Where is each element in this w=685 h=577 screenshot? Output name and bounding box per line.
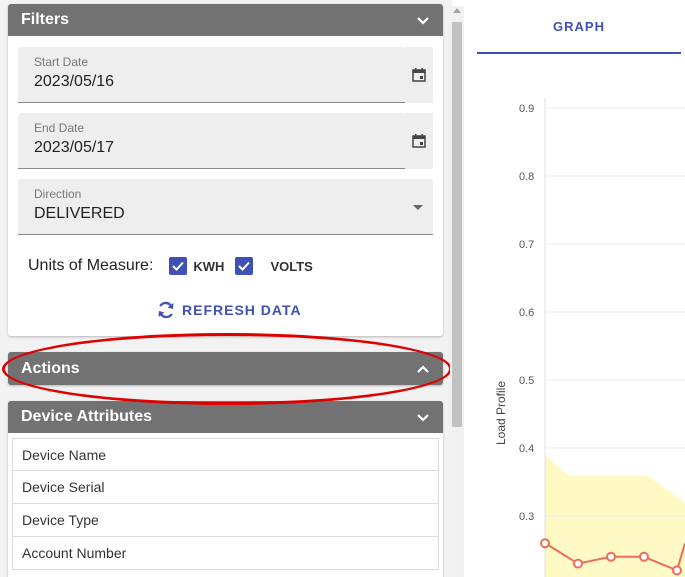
chevron-down-icon [417,17,429,25]
attribute-label: Device Type [22,512,99,528]
kwh-checkbox[interactable] [169,257,188,275]
end-date-label: End Date [34,121,85,135]
sidebar-scrollbar[interactable] [450,6,464,577]
device-attributes-header[interactable]: Device Attributes [8,401,443,433]
device-attributes-title: Device Attributes [21,408,152,425]
table-row: Account Number [12,537,439,570]
y-tick-label: 0.3 [519,511,534,523]
y-tick-label: 0.5 [519,375,534,387]
checkmark-icon [172,261,185,271]
filters-card: Filters Start Date 2023/05/16 End Date 2… [8,4,443,336]
y-tick-label: 0.8 [519,171,534,183]
table-row: Device Name [12,438,439,471]
end-date-calendar-button[interactable] [405,113,433,169]
attribute-label: Device Name [22,446,107,463]
dropdown-arrow-icon [413,205,423,210]
load-profile-chart: 0.9 0.8 0.7 0.6 0.5 0.4 0.3 Load Profile [494,98,685,577]
direction-value: DELIVERED [34,205,125,222]
start-date-calendar-button[interactable] [405,47,433,103]
start-date-value: 2023/05/16 [34,73,115,90]
y-tick-label: 0.7 [519,239,534,251]
data-point [639,551,649,562]
device-attributes-table: Device Name Device Serial Device Type Ac… [8,433,443,570]
filters-title: Filters [21,11,70,28]
start-date-label: Start Date [34,55,89,69]
refresh-data-button[interactable]: REFRESH DATA [156,300,302,320]
data-point [573,558,583,569]
attribute-label: Account Number [22,545,127,561]
data-point [606,551,616,562]
end-date-field[interactable]: End Date 2023/05/17 [18,113,405,169]
graph-panel: GRAPH 0.9 0.8 0.7 0.6 0.5 0.4 0.3 Load Profile [466,0,685,577]
y-tick-label: 0.4 [519,443,534,455]
refresh-data-label: REFRESH DATA [182,302,302,318]
direction-label: Direction [34,187,82,201]
checkmark-icon [238,261,251,271]
y-axis-label: Load Profile [494,381,508,445]
units-label: Units of Measure: [28,257,154,274]
device-attributes-card: Device Attributes Device Name Device Ser… [8,401,443,577]
actions-card: Actions [8,352,443,385]
calendar-icon [412,68,426,82]
app-root: Filters Start Date 2023/05/16 End Date 2… [0,0,685,577]
scrollbar-thumb[interactable] [452,22,462,427]
sidebar-panel: Filters Start Date 2023/05/16 End Date 2… [0,0,452,577]
data-point [540,538,550,549]
kwh-label: KWH [193,258,225,274]
end-date-value: 2023/05/17 [34,139,115,156]
table-row: Device Serial [12,471,439,504]
actions-title: Actions [21,359,80,377]
chevron-up-icon [417,364,429,373]
start-date-field[interactable]: Start Date 2023/05/16 [18,47,405,103]
filters-header[interactable]: Filters [8,4,443,36]
attribute-label: Device Serial [22,479,105,495]
volts-checkbox[interactable] [235,257,254,275]
direction-select[interactable]: Direction DELIVERED [18,179,433,235]
volts-label: VOLTS [270,258,313,274]
chevron-down-icon [417,414,429,422]
refresh-icon [158,301,174,319]
actions-header[interactable]: Actions [8,352,443,385]
units-of-measure-row: Units of Measure: KWH VOLTS [28,257,313,275]
y-tick-label: 0.6 [519,307,534,319]
calendar-icon [412,134,426,148]
table-row: Device Type [12,504,439,537]
scroll-up-arrow-icon[interactable] [453,8,461,13]
data-point [672,565,682,576]
y-tick-label: 0.9 [519,103,534,115]
